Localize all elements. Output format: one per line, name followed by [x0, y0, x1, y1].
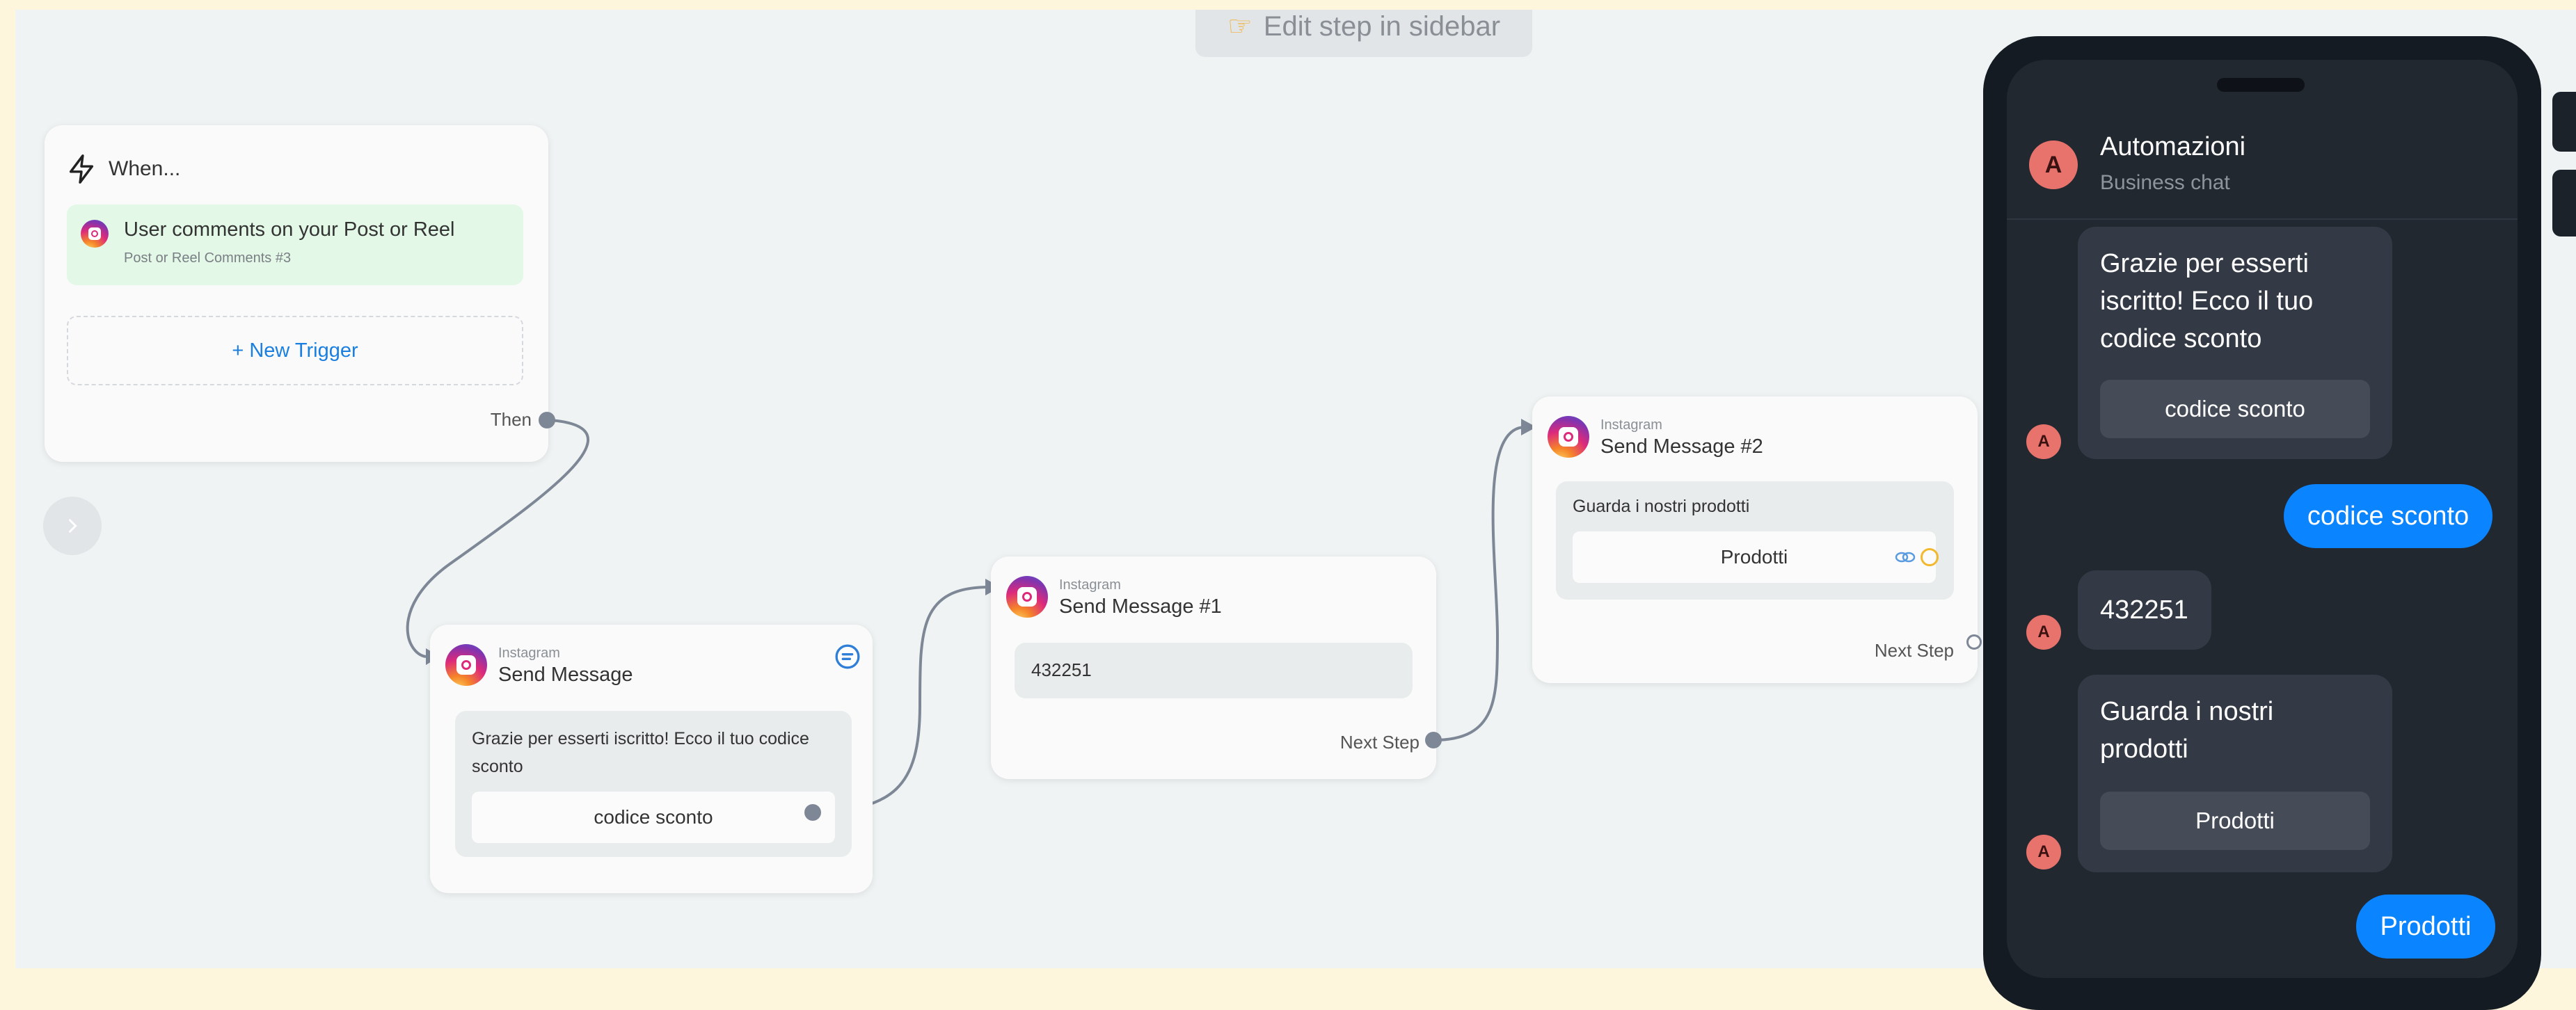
chevron-right-icon — [69, 519, 77, 533]
prodotti-button[interactable]: Prodotti — [1573, 531, 1936, 583]
hint-label: Edit step in sidebar — [1263, 10, 1501, 42]
codice-sconto-button[interactable]: codice sconto — [472, 792, 835, 843]
link-icon — [1895, 552, 1916, 563]
send-message-card[interactable]: Instagram Send Message Grazie per essert… — [430, 625, 873, 893]
trigger-item[interactable]: User comments on your Post or Reel Post … — [67, 205, 523, 285]
button-output-handle[interactable] — [1921, 548, 1939, 566]
bot-avatar: A — [2026, 615, 2061, 650]
message-text: Grazie per esserti iscritto! Ecco il tuo… — [472, 729, 809, 776]
side-tab-bottom[interactable] — [2552, 170, 2576, 237]
send-message-1-card[interactable]: Instagram Send Message #1 432251 Next St… — [991, 556, 1436, 779]
then-label: Then — [490, 409, 532, 430]
side-tab-top[interactable] — [2552, 92, 2576, 152]
lightning-icon — [69, 154, 94, 184]
message-panel[interactable]: Grazie per esserti iscritto! Ecco il tuo… — [455, 711, 852, 857]
button-output-handle[interactable] — [804, 804, 821, 821]
user-message: codice sconto — [2284, 484, 2492, 548]
message-text: 432251 — [1031, 659, 1092, 680]
card-title: Send Message — [498, 664, 633, 686]
button-label: Prodotti — [1720, 546, 1788, 568]
bot-message: Guarda i nostri prodotti Prodotti — [2078, 675, 2392, 872]
then-handle[interactable] — [539, 412, 555, 428]
instagram-icon — [81, 220, 109, 248]
chat-header: A Automazioni Business chat — [2007, 60, 2518, 220]
next-step-label: Next Step — [1339, 732, 1420, 753]
when-label: When... — [109, 157, 181, 180]
connection-1-to-2 — [1433, 426, 1526, 742]
prodotti-preview-button[interactable]: Prodotti — [2100, 792, 2370, 850]
instagram-icon — [445, 644, 487, 686]
codice-sconto-preview-button[interactable]: codice sconto — [2100, 380, 2370, 438]
edit-step-hint: ☞ Edit step in sidebar — [1195, 10, 1532, 57]
instagram-icon — [1006, 576, 1048, 618]
card-kicker: Instagram — [498, 646, 560, 661]
message-panel[interactable]: Guarda i nostri prodotti Prodotti — [1556, 481, 1954, 600]
bot-avatar: A — [2026, 835, 2061, 869]
card-kicker: Instagram — [1600, 417, 1662, 433]
next-step-label: Next Step — [1874, 640, 1954, 661]
button-label: codice sconto — [594, 806, 713, 828]
chat-name: Automazioni — [2100, 132, 2246, 161]
new-trigger-label: + New Trigger — [232, 339, 358, 362]
next-step-handle[interactable] — [1425, 732, 1442, 748]
chat-bubble-icon — [835, 644, 860, 669]
user-message: Prodotti — [2356, 895, 2495, 959]
card-kicker: Instagram — [1059, 577, 1121, 593]
message-text: Guarda i nostri prodotti — [1573, 497, 1750, 516]
send-message-2-card[interactable]: Instagram Send Message #2 Guarda i nostr… — [1532, 396, 1978, 683]
message-panel[interactable]: 432251 — [1015, 643, 1413, 698]
card-title: Send Message #2 — [1600, 435, 1763, 458]
next-step-handle[interactable] — [1966, 634, 1982, 650]
trigger-title: User comments on your Post or Reel — [124, 218, 455, 241]
chat-subtitle: Business chat — [2100, 171, 2230, 194]
new-trigger-button[interactable]: + New Trigger — [67, 316, 523, 385]
card-title: Send Message #1 — [1059, 595, 1222, 618]
message-text: Guarda i nostri prodotti — [2100, 697, 2274, 764]
phone-screen[interactable]: A Automazioni Business chat A Grazie per… — [2007, 60, 2518, 978]
message-text: Grazie per esserti iscritto! Ecco il tuo… — [2100, 249, 2314, 353]
instagram-icon — [1548, 416, 1589, 458]
bot-avatar: A — [2026, 424, 2061, 459]
expand-sidebar-button[interactable] — [43, 497, 102, 555]
trigger-card[interactable]: When... User comments on your Post or Re… — [45, 125, 548, 462]
message-text: 432251 — [2100, 595, 2188, 625]
bot-message: Grazie per esserti iscritto! Ecco il tuo… — [2078, 227, 2392, 459]
trigger-subtitle: Post or Reel Comments #3 — [124, 250, 292, 266]
pointing-hand-icon: ☞ — [1227, 11, 1253, 42]
chat-avatar: A — [2029, 141, 2078, 189]
bot-message: 432251 — [2078, 570, 2211, 650]
